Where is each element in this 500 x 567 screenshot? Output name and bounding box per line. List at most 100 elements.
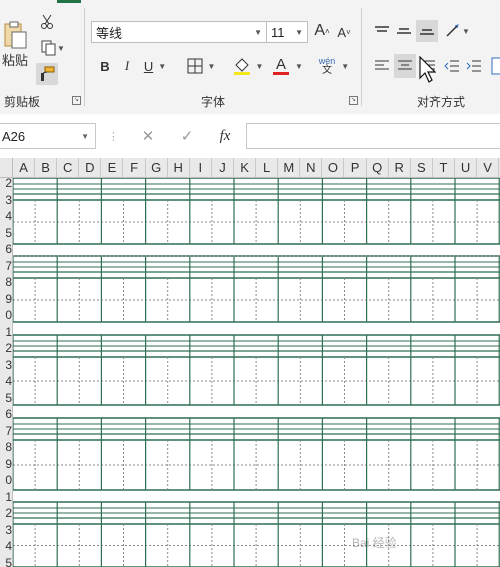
column-header-l[interactable]: L [256, 158, 279, 177]
row-header[interactable]: 3 [0, 523, 12, 537]
row-header[interactable]: 2 [0, 178, 12, 190]
row-header[interactable]: 6 [0, 407, 12, 421]
row-header[interactable]: 9 [0, 292, 12, 306]
enter-button[interactable]: ✓ [176, 126, 198, 146]
align-center-icon [398, 60, 412, 70]
underline-label: U [143, 58, 154, 74]
column-header-b[interactable]: B [35, 158, 58, 177]
column-header-s[interactable]: S [411, 158, 433, 177]
formula-input[interactable] [246, 123, 500, 149]
column-header-p[interactable]: P [345, 158, 367, 177]
font-name-combo[interactable]: 等线 ▼ [91, 21, 267, 43]
align-middle-button[interactable] [394, 22, 414, 40]
alignment-group-label: 对齐方式 [417, 95, 466, 109]
align-left-button[interactable] [372, 56, 392, 76]
column-header-g[interactable]: G [146, 158, 168, 177]
row-header[interactable]: 4 [0, 374, 12, 388]
worksheet-grid[interactable] [13, 178, 500, 567]
merge-center-button[interactable] [490, 54, 500, 78]
grow-font-button[interactable]: A ˄ [311, 20, 333, 42]
shrink-font-button[interactable]: A ˅ [334, 22, 354, 42]
borders-button[interactable]: ▼ [182, 56, 220, 76]
row-header[interactable]: 4 [0, 209, 12, 223]
row-header[interactable]: 5 [0, 556, 12, 567]
orientation-button[interactable]: ▼ [442, 20, 472, 42]
bold-label: B [100, 58, 110, 74]
grid-lines [13, 178, 500, 567]
align-bottom-button[interactable] [416, 20, 438, 42]
chevron-down-icon: ▼ [158, 61, 167, 71]
cut-button[interactable] [37, 12, 57, 32]
decrease-indent-button[interactable] [442, 56, 462, 76]
increase-indent-button[interactable] [464, 56, 484, 76]
font-size-combo[interactable]: 11 ▼ [266, 21, 308, 43]
row-header[interactable]: 2 [0, 341, 12, 355]
row-header[interactable]: 2 [0, 506, 12, 520]
row-header[interactable]: 6 [0, 242, 12, 256]
row-header[interactable]: 7 [0, 259, 12, 273]
column-header-t[interactable]: T [433, 158, 455, 177]
name-box[interactable]: A26 ▼ [0, 123, 96, 149]
column-headers: ABCDEFGHIJKLMNOPQRSTUV [13, 158, 500, 178]
dialog-launcher-icon[interactable]: ↘ [72, 96, 81, 105]
column-header-v[interactable]: V [477, 158, 500, 177]
row-header[interactable]: 3 [0, 358, 12, 372]
row-header[interactable]: 5 [0, 391, 12, 405]
chevron-down-icon: ▼ [254, 27, 262, 37]
underline-button[interactable]: U ▼ [140, 56, 170, 76]
column-header-j[interactable]: J [212, 158, 234, 177]
font-group-label: 字体 [201, 95, 226, 109]
column-header-d[interactable]: D [79, 158, 102, 177]
column-header-u[interactable]: U [455, 158, 478, 177]
column-header-o[interactable]: O [322, 158, 345, 177]
phonetic-button[interactable]: wén 文 ▼ [314, 54, 354, 78]
cancel-button[interactable]: ✕ [137, 126, 159, 146]
column-header-c[interactable]: C [57, 158, 80, 177]
row-header[interactable]: 1 [0, 325, 12, 339]
row-header[interactable]: 0 [0, 473, 12, 487]
chevron-down-icon: ▼ [295, 27, 303, 37]
column-header-f[interactable]: F [124, 158, 146, 177]
close-icon: ✕ [141, 128, 155, 145]
column-header-q[interactable]: Q [367, 158, 389, 177]
watermark: Bai 经验 [352, 536, 397, 550]
clipboard-group-label: 剪贴板 [4, 95, 41, 109]
row-header[interactable]: 0 [0, 308, 12, 322]
format-painter-button[interactable] [36, 63, 58, 85]
align-center-button[interactable] [394, 54, 416, 78]
copy-button[interactable]: ▼ [37, 38, 69, 58]
bold-button[interactable]: B [96, 56, 114, 76]
select-all-corner[interactable] [0, 158, 13, 178]
group-divider [361, 8, 362, 106]
italic-button[interactable]: I [118, 56, 136, 76]
decrease-indent-icon [444, 60, 459, 72]
row-header[interactable]: 8 [0, 440, 12, 454]
row-header[interactable]: 1 [0, 490, 12, 504]
row-header[interactable]: 8 [0, 275, 12, 289]
column-header-m[interactable]: M [278, 158, 301, 177]
chevron-down-icon: ▼ [295, 61, 303, 71]
row-header[interactable]: 3 [0, 193, 12, 207]
insert-function-button[interactable]: fx [214, 126, 236, 146]
dialog-launcher-icon[interactable]: ↘ [349, 96, 358, 105]
column-header-i[interactable]: I [190, 158, 212, 177]
row-header[interactable]: 5 [0, 226, 12, 240]
column-header-a[interactable]: A [13, 158, 36, 177]
column-header-e[interactable]: E [101, 158, 124, 177]
check-icon: ✓ [180, 128, 194, 145]
fill-color-button[interactable]: ▼ [230, 56, 266, 76]
font-color-button[interactable]: A ▼ [270, 55, 306, 77]
font-size-value: 11 [271, 24, 285, 40]
align-top-button[interactable] [372, 22, 392, 40]
row-header[interactable]: 4 [0, 539, 12, 553]
column-header-r[interactable]: R [389, 158, 411, 177]
column-header-h[interactable]: H [168, 158, 190, 177]
row-header[interactable]: 7 [0, 424, 12, 438]
row-header[interactable]: 9 [0, 457, 12, 471]
column-header-k[interactable]: K [234, 158, 257, 177]
chevron-down-icon: ▼ [207, 61, 216, 71]
paste-button[interactable]: 粘贴 [0, 14, 30, 74]
column-header-n[interactable]: N [300, 158, 323, 177]
more-options-icon[interactable]: ⋮ [108, 130, 119, 143]
chevron-down-icon: ▼ [255, 61, 264, 71]
